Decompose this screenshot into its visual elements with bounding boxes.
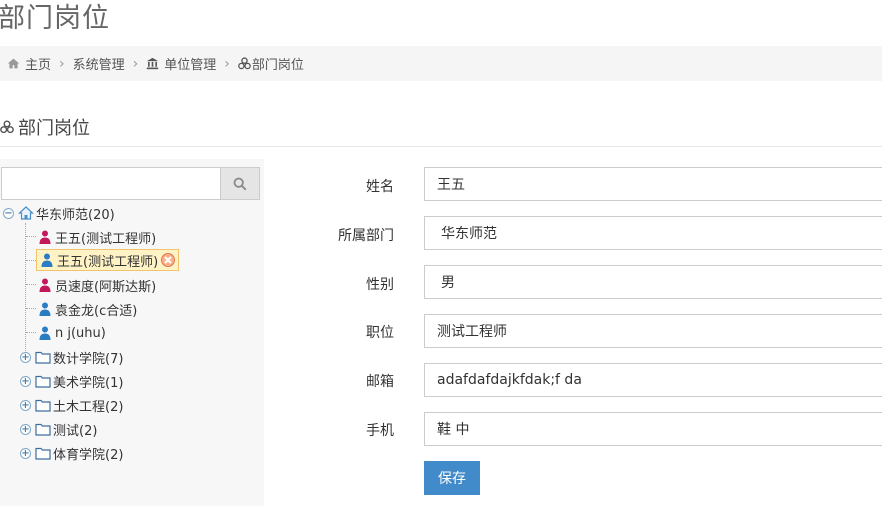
folder-icon	[35, 399, 51, 412]
expand-toggle[interactable]: +	[20, 423, 31, 435]
tree-guide-line	[26, 308, 36, 309]
tree-node-folder[interactable]: + 测试(2)	[20, 418, 97, 440]
tree-node-user-selected[interactable]: 王五(测试工程师)	[36, 249, 180, 271]
tree-node-folder[interactable]: + 土木工程(2)	[20, 394, 123, 416]
tree-node-label: 华东师范(20)	[36, 207, 115, 223]
breadcrumb-home[interactable]: 主页	[7, 54, 51, 73]
section-divider	[0, 146, 882, 147]
user-icon	[41, 253, 53, 267]
folder-icon	[35, 375, 51, 388]
page-title: 部门岗位	[0, 3, 110, 34]
breadcrumb-label: 部门岗位	[251, 58, 304, 73]
user-icon	[39, 326, 51, 340]
tree-guide-line	[26, 260, 36, 261]
folder-icon	[35, 423, 51, 436]
email-field[interactable]: adafdafdajkfdak;f da	[424, 363, 882, 397]
tree-node-label: 袁金龙(c合适)	[55, 303, 138, 319]
section-title-text: 部门岗位	[18, 118, 90, 139]
tree-guide-line	[26, 284, 36, 285]
breadcrumb-label: 单位管理	[164, 58, 217, 73]
tree-node-user[interactable]: 袁金龙(c合适)	[37, 298, 137, 320]
breadcrumb-unit[interactable]: 单位管理	[146, 54, 216, 73]
breadcrumb-label: 主页	[25, 58, 52, 73]
breadcrumb-separator: ›	[132, 55, 139, 72]
expand-toggle[interactable]: +	[20, 447, 31, 459]
tree-search-button[interactable]	[220, 167, 260, 200]
breadcrumb-current: 部门岗位	[238, 54, 304, 73]
tree-node-label: 测试(2)	[53, 423, 98, 439]
home-icon	[18, 206, 34, 220]
folder-icon	[35, 351, 51, 364]
breadcrumb-label: 系统管理	[72, 58, 125, 73]
cubes-icon	[0, 120, 14, 134]
folder-icon	[35, 447, 51, 460]
department-field[interactable]: 华东师范	[424, 216, 882, 250]
tree-node-folder[interactable]: + 美术学院(1)	[20, 370, 123, 392]
position-field[interactable]: 测试工程师	[424, 314, 882, 348]
collapse-toggle[interactable]: −	[3, 207, 14, 219]
user-icon	[39, 302, 51, 316]
gender-label: 性别	[366, 277, 394, 293]
section-title: 部门岗位	[0, 114, 90, 140]
breadcrumb-separator: ›	[224, 55, 230, 72]
name-field[interactable]: 王五	[424, 167, 882, 201]
phone-field[interactable]: 鞋 中	[424, 412, 882, 446]
tree-node-label: 土木工程(2)	[53, 399, 124, 415]
department-label: 所属部门	[338, 228, 394, 244]
save-button[interactable]: 保存	[424, 461, 480, 495]
tree-node-label: 王五(测试工程师)	[57, 254, 159, 270]
email-label: 邮箱	[366, 374, 394, 390]
gender-select[interactable]: 男	[424, 265, 882, 299]
breadcrumb: 主页 › 系统管理 › 单位管理 › 部门岗位	[0, 46, 882, 81]
tree-node-label: 王五(测试工程师)	[55, 231, 157, 247]
breadcrumb-separator: ›	[59, 55, 65, 72]
tree-node-label: 美术学院(1)	[53, 375, 124, 391]
tree-node-folder[interactable]: + 数计学院(7)	[20, 346, 123, 368]
bank-icon	[147, 57, 159, 70]
position-label: 职位	[366, 325, 394, 341]
tree-guide-line	[26, 236, 36, 237]
tree-node-root[interactable]: − 华东师范(20)	[3, 202, 115, 224]
search-icon	[233, 177, 247, 190]
breadcrumb-system[interactable]: 系统管理	[73, 54, 125, 73]
cubes-icon	[238, 57, 251, 70]
delete-icon[interactable]	[160, 252, 176, 268]
name-label: 姓名	[366, 179, 394, 195]
tree-node-user[interactable]: 王五(测试工程师)	[37, 226, 156, 248]
expand-toggle[interactable]: +	[20, 351, 31, 363]
user-female-icon	[39, 230, 51, 244]
tree-panel: − 华东师范(20) 王五(测试工程师) 王五(测试工程师) 员速度(阿斯达斯)…	[0, 159, 264, 506]
tree-node-folder[interactable]: + 体育学院(2)	[20, 442, 123, 464]
expand-toggle[interactable]: +	[20, 399, 31, 411]
phone-label: 手机	[366, 423, 394, 439]
tree-guide-line	[25, 223, 26, 353]
tree-node-user[interactable]: 员速度(阿斯达斯)	[37, 274, 156, 296]
tree-guide-line	[26, 332, 36, 333]
tree-node-user[interactable]: n j(uhu)	[37, 322, 106, 344]
user-female-icon	[39, 278, 51, 292]
home-icon	[7, 58, 20, 69]
tree-node-label: 员速度(阿斯达斯)	[55, 279, 157, 295]
tree-node-label: 体育学院(2)	[53, 447, 124, 463]
expand-toggle[interactable]: +	[20, 375, 31, 387]
tree-node-label: n j(uhu)	[55, 325, 106, 341]
tree-node-label: 数计学院(7)	[53, 351, 124, 367]
tree-search-input[interactable]	[1, 167, 221, 200]
